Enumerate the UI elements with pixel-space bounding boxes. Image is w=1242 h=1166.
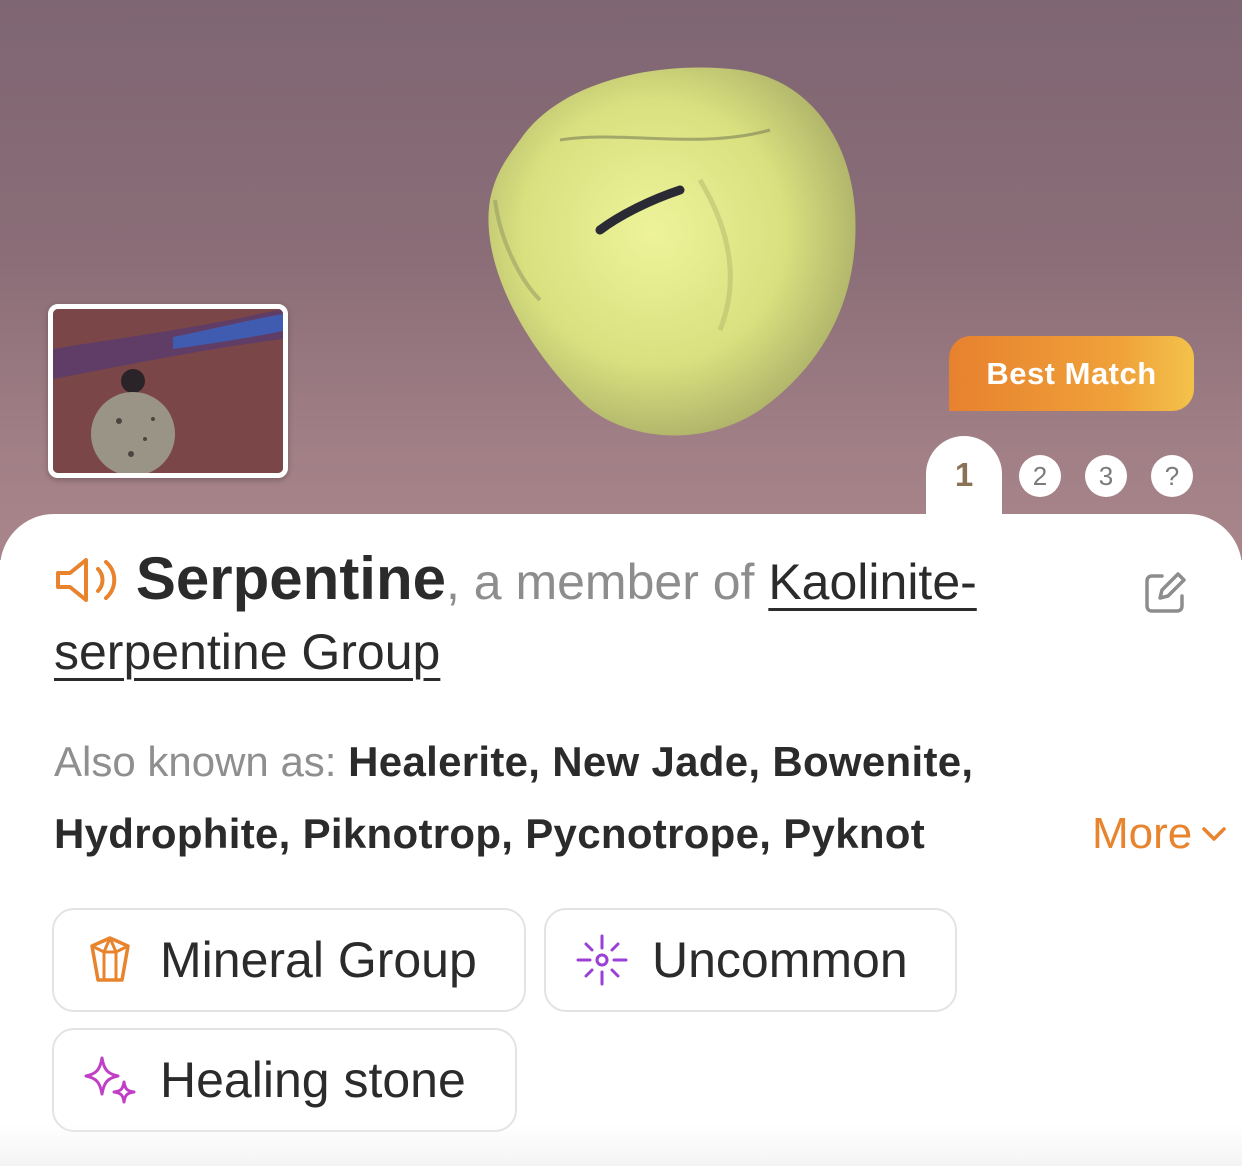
sparkle-burst-icon <box>576 934 628 986</box>
tag-label: Uncommon <box>652 932 908 988</box>
more-label: More <box>1092 809 1193 858</box>
more-button[interactable]: More <box>1092 798 1230 870</box>
edit-icon[interactable] <box>1140 568 1190 618</box>
speaker-icon[interactable] <box>54 555 122 605</box>
sparkles-icon <box>84 1056 136 1104</box>
aka-names-line-1: Healerite, New Jade, Bowenite, <box>348 738 974 785</box>
result-card: Serpentine, a member of Kaolinite-serpen… <box>0 514 1242 1166</box>
member-of-text: , a member of <box>445 554 769 610</box>
tag-healing-stone[interactable]: Healing stone <box>52 1028 517 1132</box>
match-tab-unknown[interactable]: ? <box>1151 455 1193 497</box>
chevron-down-icon <box>1202 827 1226 841</box>
crystal-icon <box>90 936 130 982</box>
identification-title: Serpentine, a member of Kaolinite-serpen… <box>54 544 1094 687</box>
tag-label: Healing stone <box>160 1052 466 1108</box>
aka-names-line-2: Hydrophite, Piknotrop, Pycnotrope, Pykno… <box>54 810 926 857</box>
specimen-photo[interactable]: Best Match 1 2 3 ? <box>0 0 1242 560</box>
stone-name: Serpentine <box>135 545 446 612</box>
tag-mineral-group[interactable]: Mineral Group <box>52 908 526 1012</box>
match-tab-3[interactable]: 3 <box>1085 455 1127 497</box>
match-tab-1[interactable]: 1 <box>926 436 1002 526</box>
tag-uncommon[interactable]: Uncommon <box>544 908 957 1012</box>
aka-label: Also known as: <box>54 738 349 785</box>
match-tab-2[interactable]: 2 <box>1019 455 1061 497</box>
best-match-badge: Best Match <box>949 336 1194 411</box>
scroll-fade <box>0 1124 1242 1166</box>
thumbnail-image[interactable] <box>48 304 288 478</box>
also-known-as: Also known as: Healerite, New Jade, Bowe… <box>54 726 1226 870</box>
tag-label: Mineral Group <box>160 932 477 988</box>
